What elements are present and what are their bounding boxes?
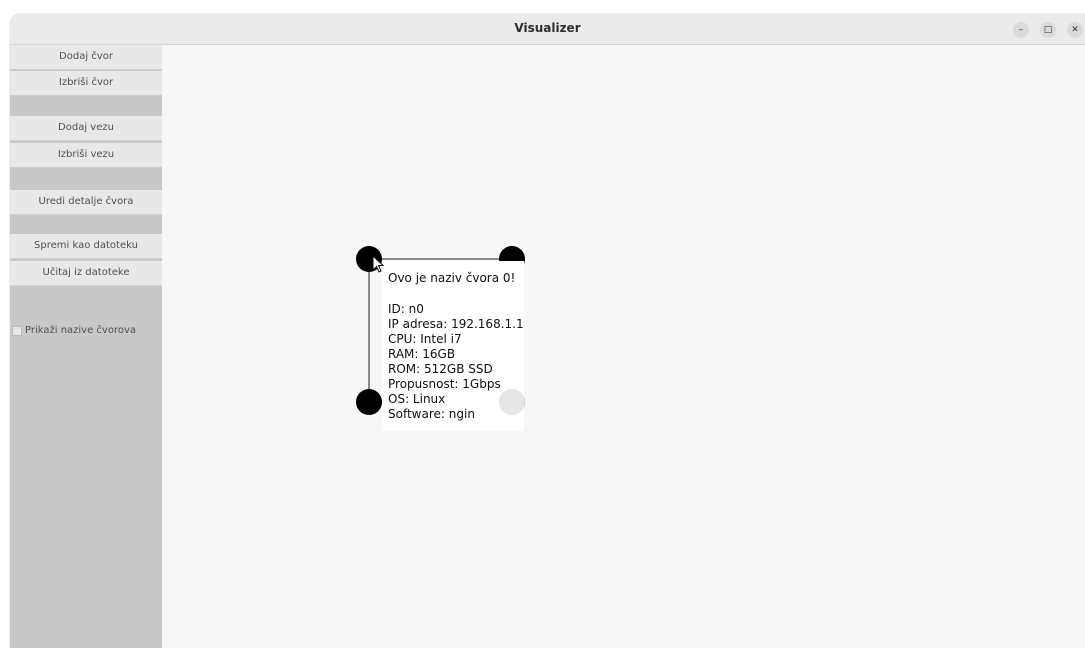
minimize-icon[interactable]: – [1013,22,1029,38]
mouse-cursor-icon [372,255,385,273]
delete-edge-button[interactable]: Izbriši vezu [10,143,162,168]
title-bar: Visualizer – □ ✕ [10,14,1085,45]
tooltip-ip: IP adresa: 192.168.1.1 [388,317,524,331]
graph-edges [368,258,513,403]
tooltip-os: OS: Linux [388,392,446,406]
show-node-names-checkbox[interactable] [12,326,22,336]
delete-node-button[interactable]: Izbriši čvor [10,71,162,96]
visualizer-window: Visualizer – □ ✕ Dodaj čvor Izbriši čvor… [10,14,1085,648]
show-node-names-row[interactable]: Prikaži nazive čvorova [10,323,162,339]
graph-canvas[interactable]: Ovo je naziv čvora 0! ID: n0 IP adresa: … [162,45,1085,648]
save-to-file-button[interactable]: Spremi kao datoteku [10,234,162,259]
tooltip-cpu: CPU: Intel i7 [388,332,462,346]
graph-node[interactable] [356,389,382,415]
sidebar: Dodaj čvor Izbriši čvor Dodaj vezu Izbri… [10,45,162,648]
add-edge-button[interactable]: Dodaj vezu [10,116,162,141]
show-node-names-label: Prikaži nazive čvorova [25,325,137,336]
add-node-button[interactable]: Dodaj čvor [10,45,162,70]
tooltip-rom: ROM: 512GB SSD [388,362,493,376]
load-from-file-button[interactable]: Učitaj iz datoteke [10,261,162,286]
tooltip-title: Ovo je naziv čvora 0! [388,271,516,285]
tooltip-bandwidth: Propusnost: 1Gbps [388,377,501,391]
tooltip-software: Software: ngin [388,407,475,421]
window-title: Visualizer [514,21,581,35]
maximize-icon[interactable]: □ [1040,22,1056,38]
close-icon[interactable]: ✕ [1067,22,1083,38]
graph-node-selected[interactable] [499,389,525,415]
tooltip-id: ID: n0 [388,302,424,316]
tooltip-ram: RAM: 16GB [388,347,456,361]
edit-node-details-button[interactable]: Uredi detalje čvora [10,190,162,215]
